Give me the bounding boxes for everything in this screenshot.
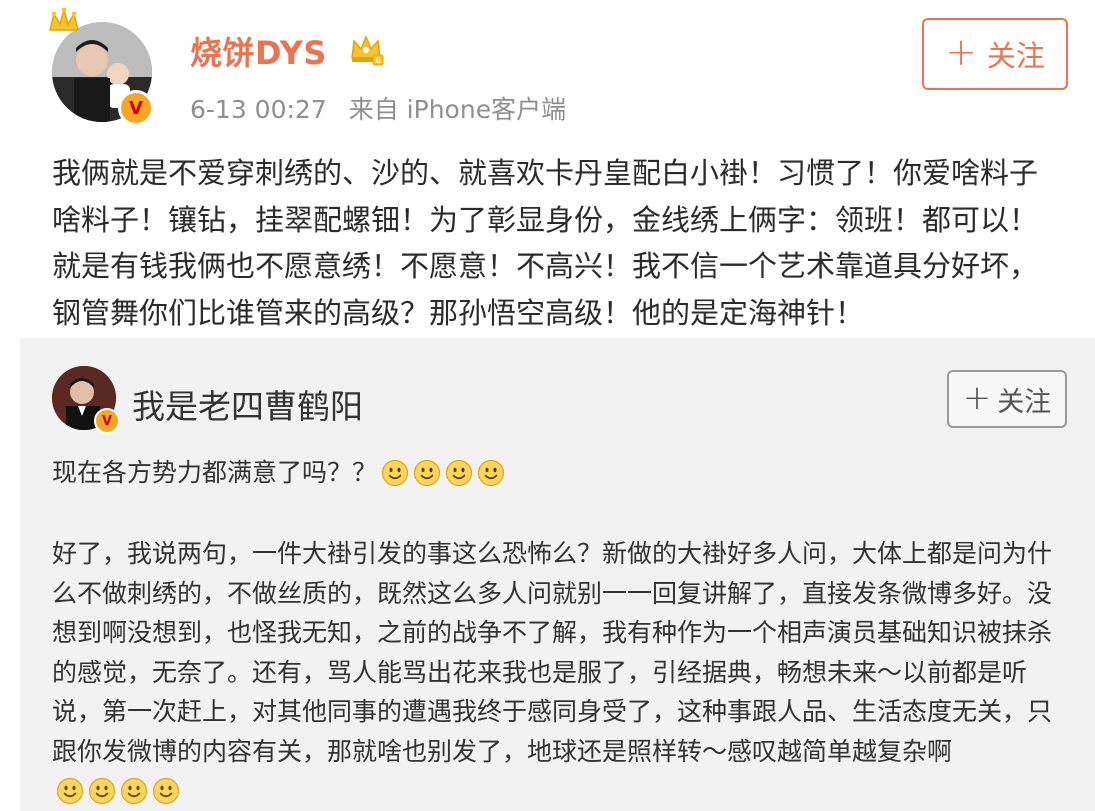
repost-question: 现在各方势力都满意了吗？？ bbox=[52, 458, 378, 487]
repost-username[interactable]: 我是老四曹鹤阳 bbox=[132, 380, 363, 428]
post-meta: 6-13 00:27 来自 iPhone客户端 bbox=[190, 90, 566, 126]
post-header: V 烧饼DYS 6 6-13 00:27 来自 iPhone客户端 + 关注 bbox=[0, 0, 1095, 140]
smiley-group bbox=[381, 459, 505, 487]
repost-body-text: 好了，我说两句，一件大褂引发的事这么恐怖么？新做的大褂好多人问，大体上都是问为什… bbox=[52, 539, 1053, 766]
smiley-emoji-icon bbox=[120, 777, 148, 805]
svg-text:6: 6 bbox=[375, 56, 380, 65]
smiley-emoji-icon bbox=[152, 777, 180, 805]
smiley-emoji-icon bbox=[56, 777, 84, 805]
post-text: 我俩就是不爱穿刺绣的、沙的、就喜欢卡丹皇配白小褂！习惯了！你爱啥料子啥料子！镶钻… bbox=[52, 156, 1039, 330]
post-source: 来自 iPhone客户端 bbox=[348, 95, 567, 124]
smiley-emoji-icon bbox=[381, 459, 409, 487]
smiley-group bbox=[56, 777, 180, 805]
smiley-emoji-icon bbox=[445, 459, 473, 487]
smiley-emoji-icon bbox=[477, 459, 505, 487]
plus-icon: + bbox=[962, 377, 992, 418]
vip-crown-icon[interactable]: 6 bbox=[346, 28, 386, 68]
repost-question-line: 现在各方势力都满意了吗？？ bbox=[52, 455, 505, 491]
plus-icon: + bbox=[945, 30, 977, 74]
post-time: 6-13 00:27 bbox=[190, 95, 327, 124]
repost-follow-label: 关注 bbox=[997, 386, 1052, 418]
repost-follow-button[interactable]: + 关注 bbox=[947, 370, 1067, 428]
smiley-emoji-icon bbox=[413, 459, 441, 487]
repost-body: 好了，我说两句，一件大褂引发的事这么恐怖么？新做的大褂好多人问，大体上都是问为什… bbox=[52, 534, 1062, 811]
follow-button[interactable]: + 关注 bbox=[922, 18, 1068, 90]
smiley-emoji-icon bbox=[88, 777, 116, 805]
post-username[interactable]: 烧饼DYS bbox=[190, 28, 327, 74]
crown-decoration-icon bbox=[49, 7, 79, 31]
follow-label: 关注 bbox=[986, 39, 1045, 73]
verified-v-badge-icon: V bbox=[118, 90, 154, 126]
repost-card[interactable]: V 我是老四曹鹤阳 + 关注 现在各方势力都满意了吗？？ 好了，我说两句，一件大… bbox=[20, 338, 1095, 811]
verified-v-badge-icon: V bbox=[94, 408, 120, 434]
